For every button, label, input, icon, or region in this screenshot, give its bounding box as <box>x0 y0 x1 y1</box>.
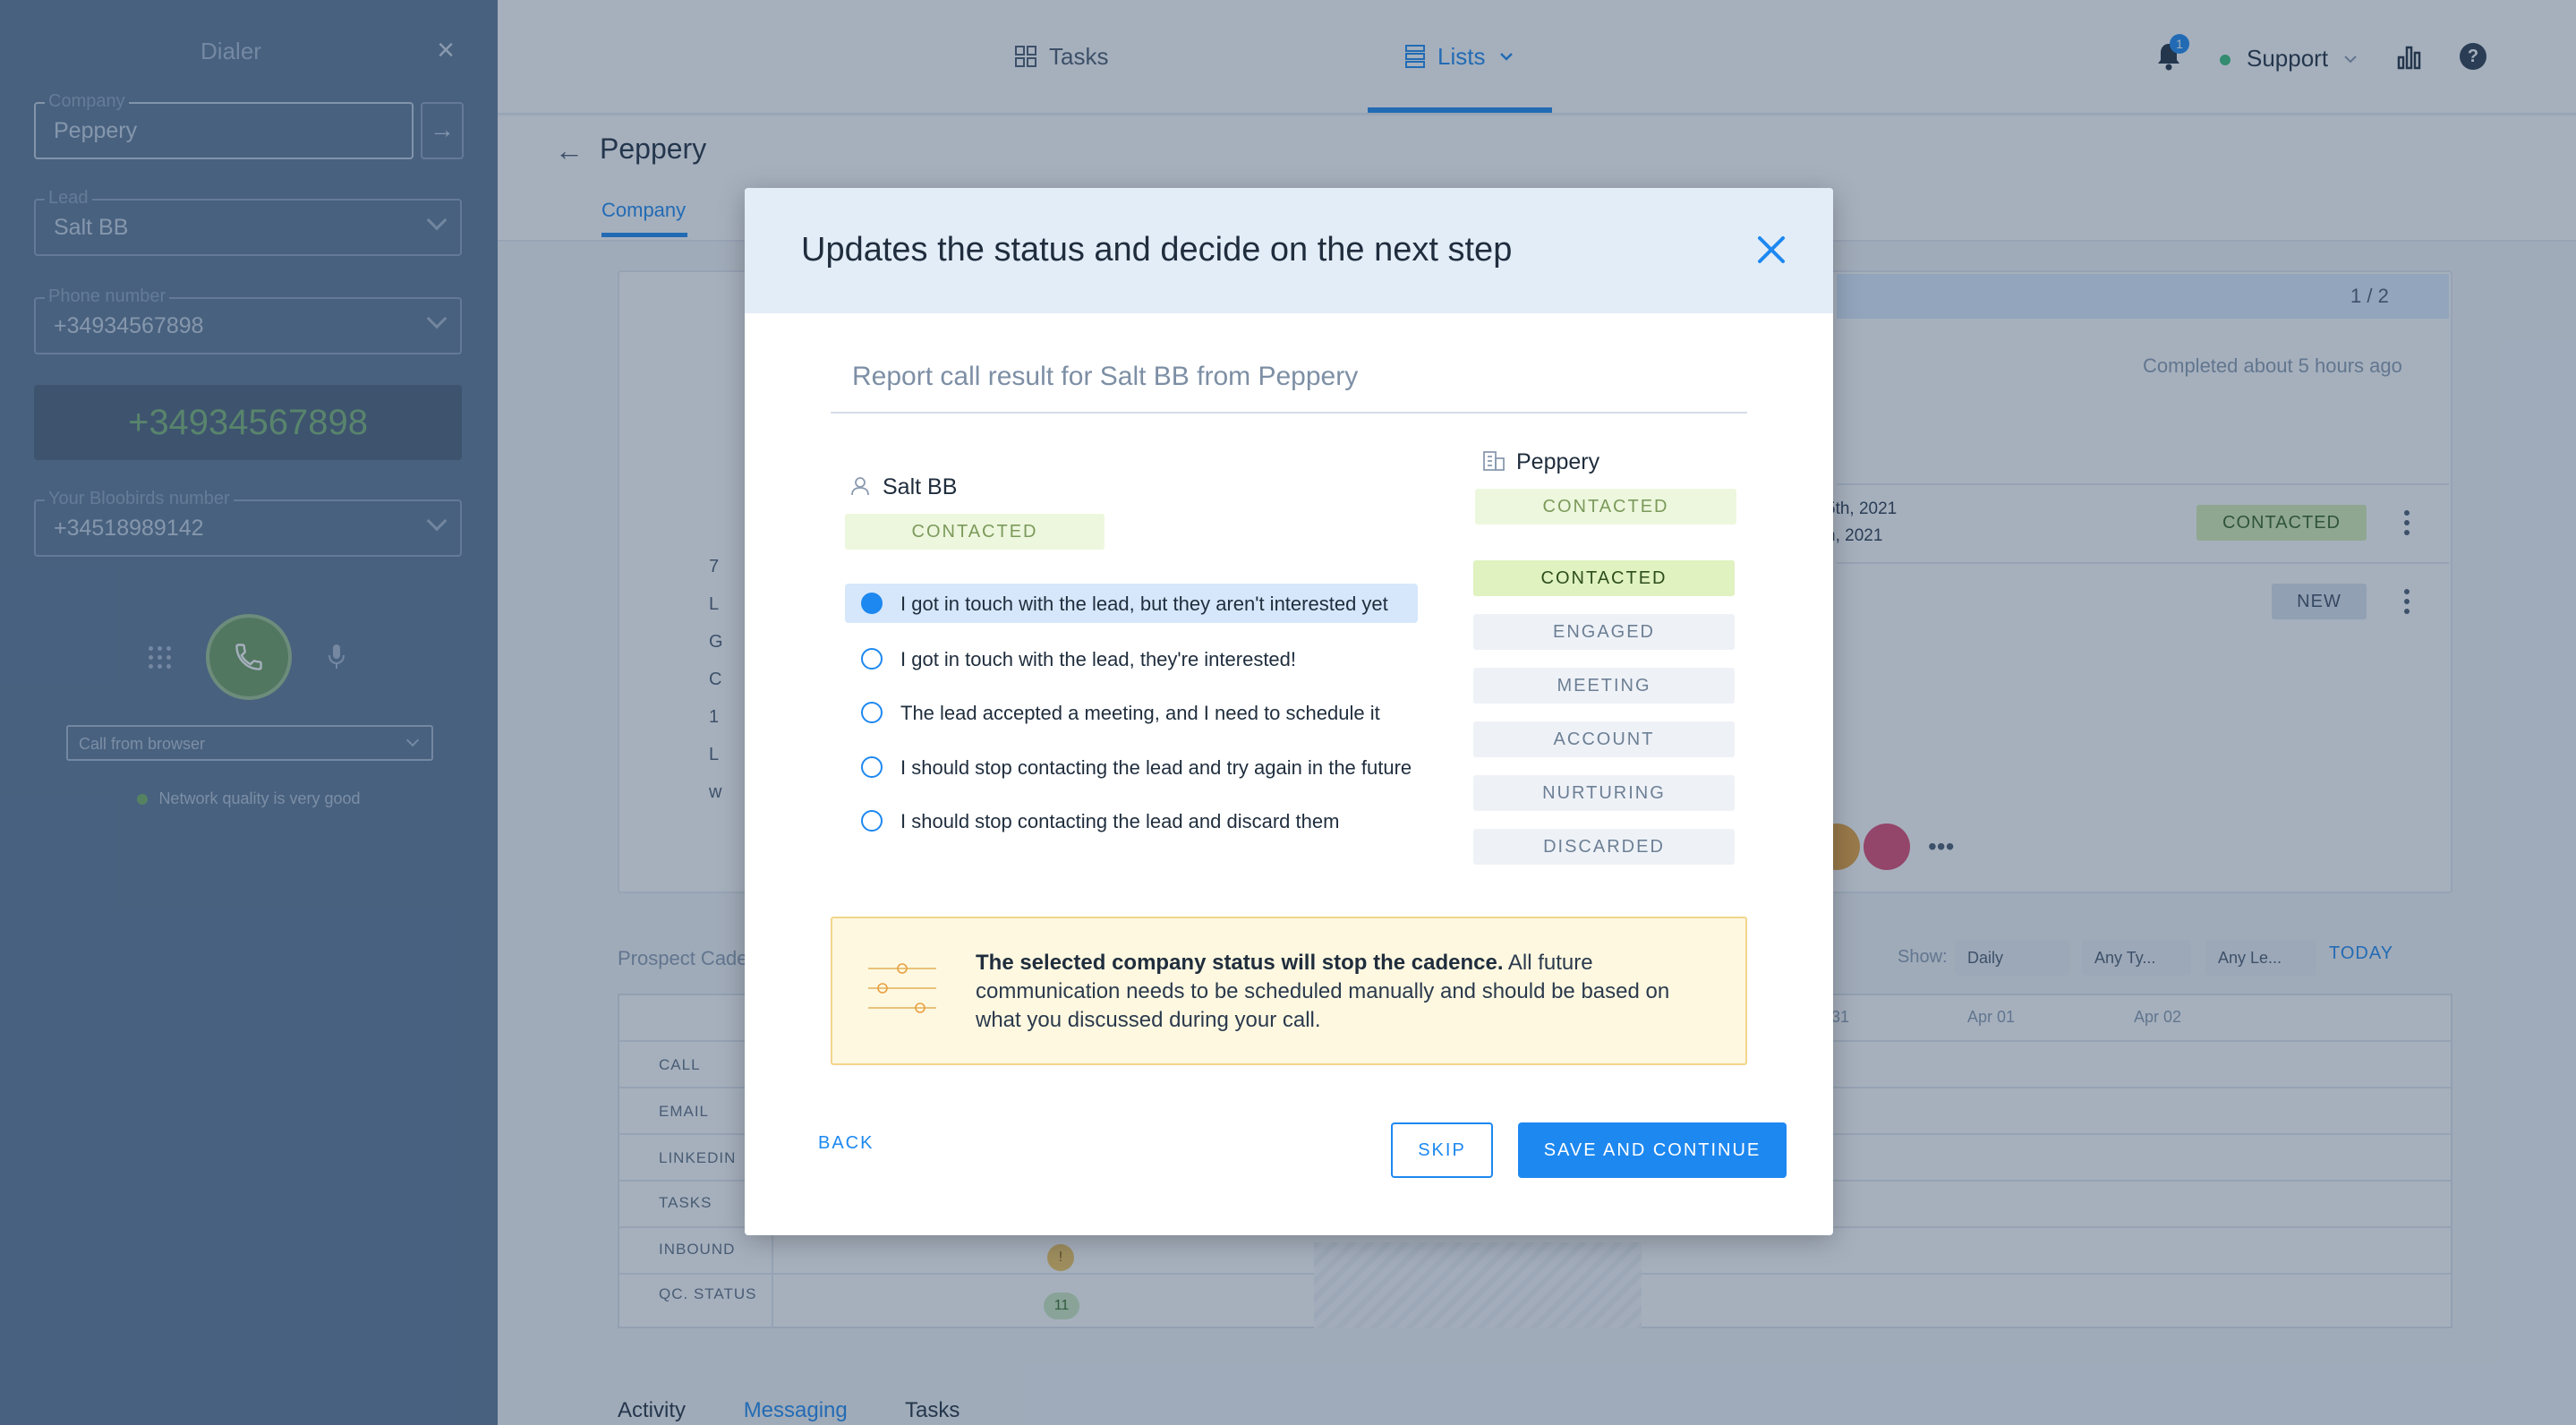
building-icon <box>1483 451 1505 471</box>
divider <box>831 412 1747 414</box>
option-label: The lead accepted a meeting, and I need … <box>900 702 1380 724</box>
update-status-modal: Updates the status and decide on the nex… <box>745 188 1833 1235</box>
call-result-option[interactable]: The lead accepted a meeting, and I need … <box>845 693 1418 732</box>
company-name-text: Peppery <box>1516 449 1600 474</box>
cadence-stop-icon <box>868 963 936 1013</box>
person-icon <box>851 477 869 496</box>
company-name: Peppery <box>1482 449 1599 475</box>
status-discarded[interactable]: DISCARDED <box>1473 829 1735 865</box>
call-result-option[interactable]: I got in touch with the lead, but they a… <box>845 584 1418 623</box>
radio-button[interactable] <box>861 593 883 614</box>
lead-name: Salt BB <box>850 474 957 500</box>
status-contacted[interactable]: CONTACTED <box>1473 560 1735 596</box>
lead-status-badge: CONTACTED <box>845 514 1105 550</box>
radio-button[interactable] <box>861 810 883 832</box>
radio-button[interactable] <box>861 756 883 778</box>
status-engaged[interactable]: ENGAGED <box>1473 614 1735 650</box>
option-label: I got in touch with the lead, but they a… <box>900 593 1388 615</box>
save-and-continue-button[interactable]: SAVE AND CONTINUE <box>1518 1122 1787 1178</box>
back-button[interactable]: BACK <box>818 1133 874 1154</box>
call-result-option[interactable]: I should stop contacting the lead and tr… <box>845 747 1418 787</box>
modal-title: Updates the status and decide on the nex… <box>801 231 1513 269</box>
call-result-option[interactable]: I should stop contacting the lead and di… <box>845 801 1418 840</box>
call-result-option[interactable]: I got in touch with the lead, they're in… <box>845 639 1418 678</box>
company-status-badge: CONTACTED <box>1475 489 1736 525</box>
option-label: I should stop contacting the lead and tr… <box>900 756 1412 779</box>
option-label: I got in touch with the lead, they're in… <box>900 648 1297 670</box>
radio-button[interactable] <box>861 648 883 670</box>
status-nurturing[interactable]: NURTURING <box>1473 775 1735 811</box>
report-call-title: Report call result for Salt BB from Pepp… <box>852 362 1359 391</box>
close-icon[interactable] <box>1751 229 1792 270</box>
skip-button[interactable]: SKIP <box>1391 1122 1493 1178</box>
radio-button[interactable] <box>861 702 883 723</box>
warning-bold: The selected company status will stop th… <box>976 951 1504 975</box>
cadence-warning: The selected company status will stop th… <box>831 917 1747 1065</box>
status-account[interactable]: ACCOUNT <box>1473 721 1735 757</box>
modal-header: Updates the status and decide on the nex… <box>745 188 1833 313</box>
lead-name-text: Salt BB <box>883 474 958 499</box>
status-meeting[interactable]: MEETING <box>1473 668 1735 704</box>
warning-text: The selected company status will stop th… <box>976 949 1719 1035</box>
option-label: I should stop contacting the lead and di… <box>900 810 1340 832</box>
